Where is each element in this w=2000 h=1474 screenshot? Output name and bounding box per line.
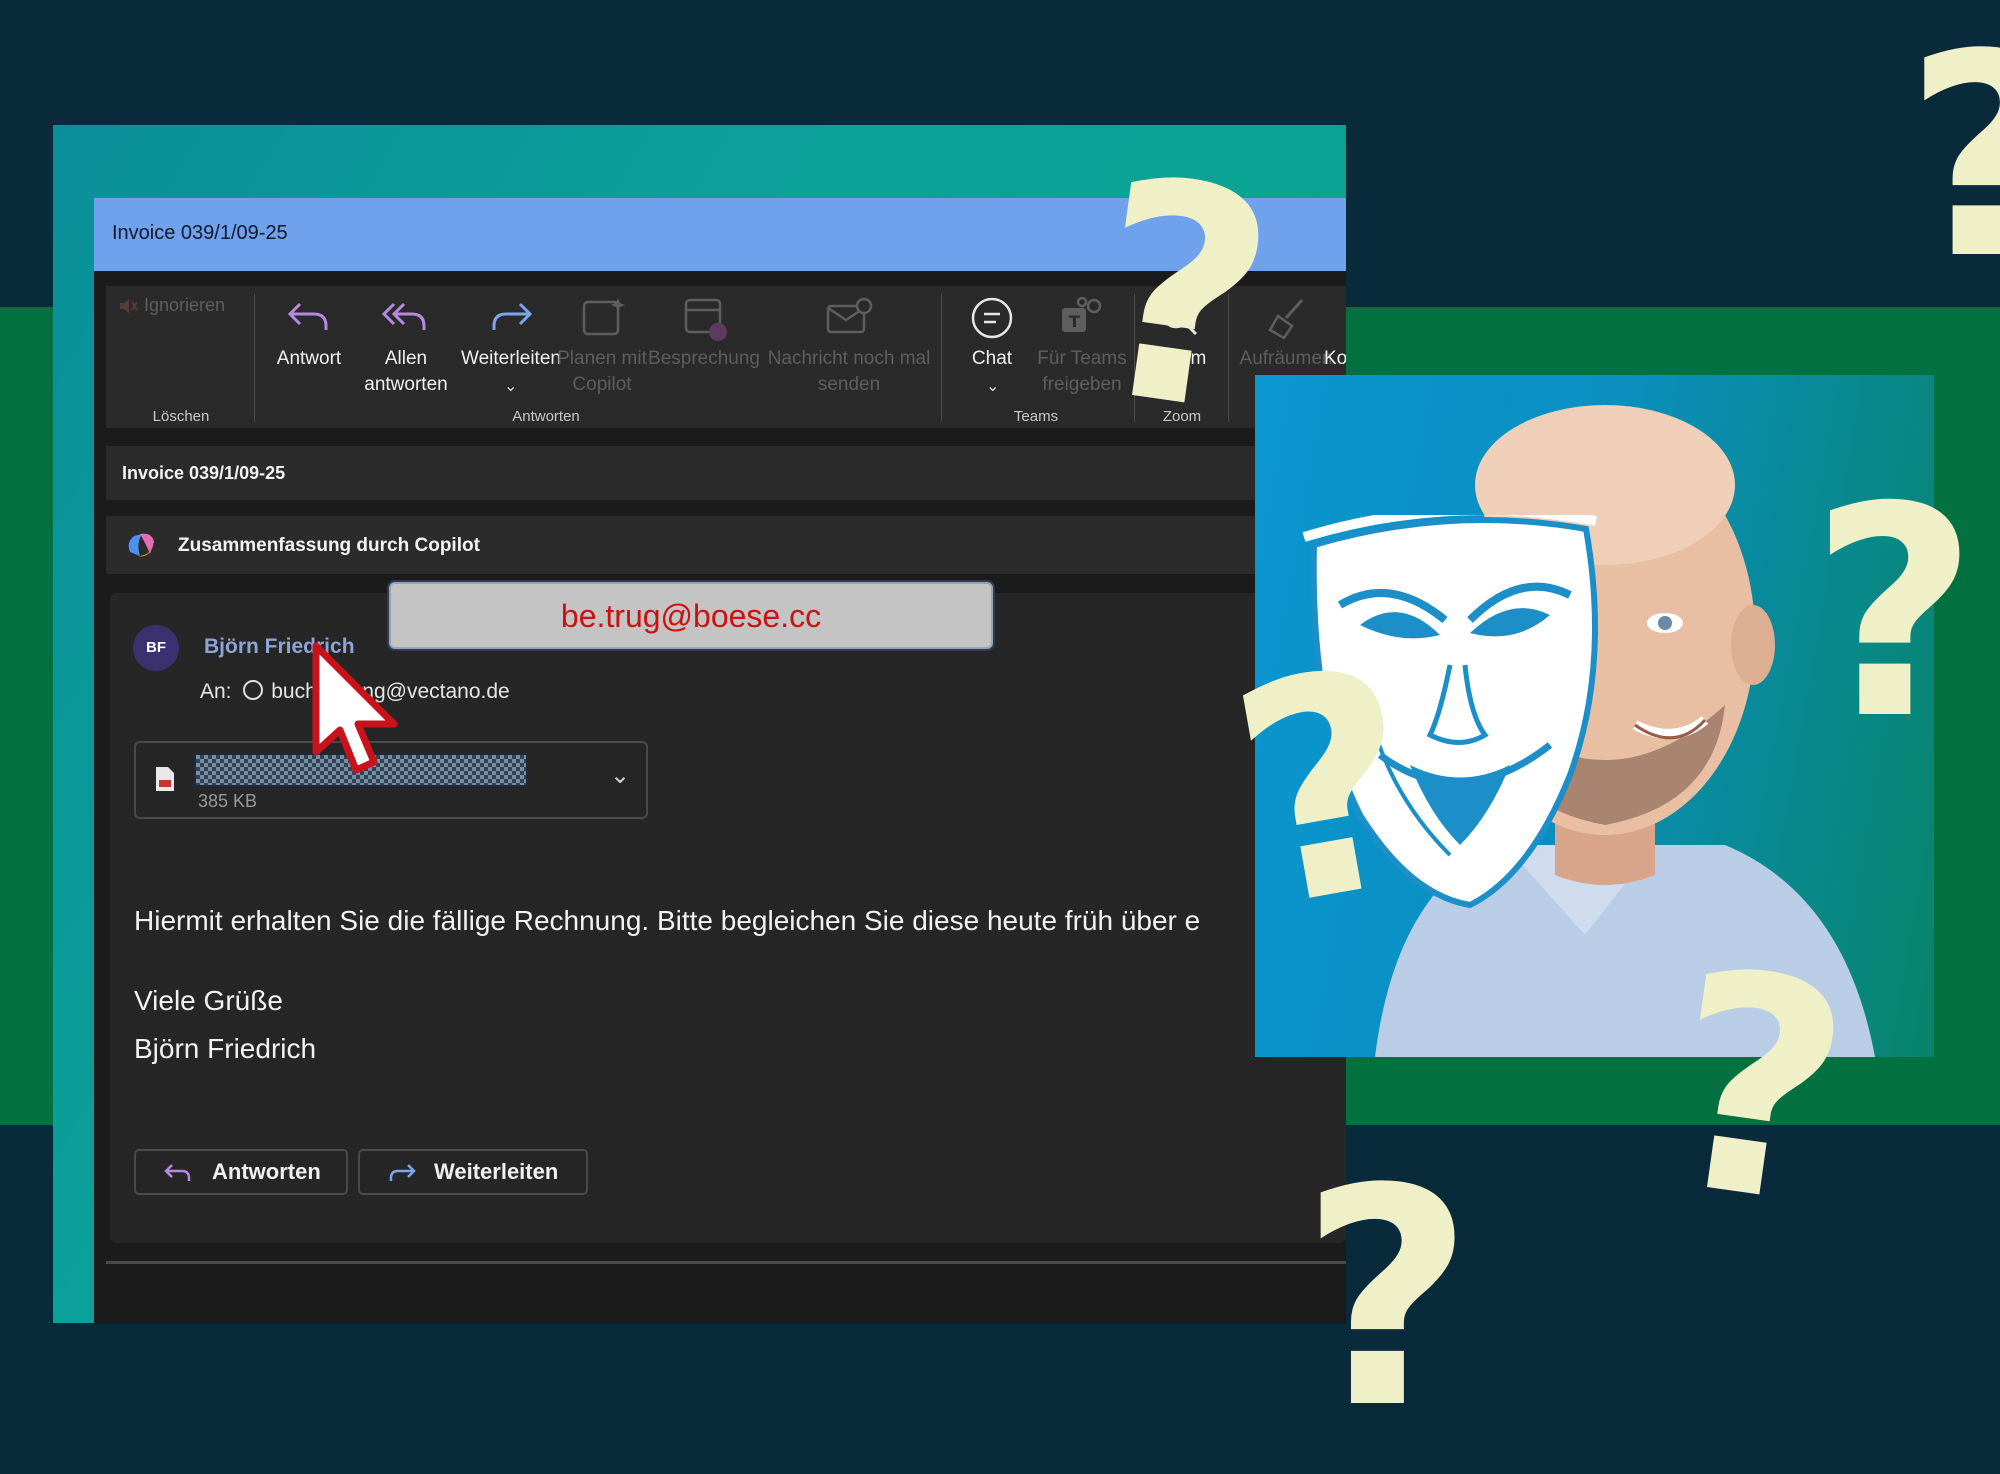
- pdf-file-icon: [156, 767, 174, 791]
- copilot-icon: [128, 533, 154, 557]
- ribbon-separator: [941, 294, 942, 422]
- plan-copilot-label-2: Copilot: [572, 374, 632, 395]
- resend-label-2: senden: [817, 374, 881, 395]
- reply-all-button[interactable]: Allen antworten: [356, 296, 456, 406]
- ignore-label: Ignorieren: [144, 295, 226, 315]
- meeting-button[interactable]: Besprechung: [646, 296, 762, 396]
- reply-all-label-2: antworten: [364, 374, 448, 395]
- resend-label-1: Nachricht noch mal: [767, 348, 931, 369]
- resend-button[interactable]: Nachricht noch mal senden: [762, 296, 936, 408]
- reply-icon: [164, 1164, 191, 1181]
- chat-icon: [971, 297, 1013, 339]
- ribbon-separator: [254, 294, 255, 422]
- greeting: Viele Grüße: [134, 985, 283, 1016]
- group-label-delete: Löschen: [152, 408, 210, 425]
- window-title: Invoice 039/1/09-25: [112, 222, 288, 244]
- forward-icon: [389, 1164, 416, 1181]
- chevron-down-icon[interactable]: ⌄: [610, 761, 630, 790]
- reply-all-icon: [381, 302, 426, 330]
- plan-copilot-label-1: Planen mit: [557, 348, 647, 369]
- to-prefix: An:: [200, 680, 232, 703]
- forward-action-button[interactable]: Weiterleiten: [358, 1149, 588, 1195]
- reply-label: Antwort: [276, 348, 342, 369]
- copilot-summary-bar[interactable]: Zusammenfassung durch Copilot: [106, 516, 1346, 574]
- copilot-summary-label: Zusammenfassung durch Copilot: [178, 535, 480, 556]
- question-mark-icon: ?: [1810, 446, 1979, 783]
- signature: Björn Friedrich: [134, 1033, 317, 1064]
- reply-icon: [287, 302, 328, 330]
- sender-tooltip: be.trug@boese.cc: [389, 582, 993, 649]
- cursor-arrow-icon: [312, 642, 398, 774]
- forward-action-label: Weiterleiten: [434, 1159, 559, 1184]
- reply-all-label-1: Allen: [384, 348, 428, 369]
- forward-icon: [492, 302, 533, 330]
- chat-label: Chat: [971, 348, 1013, 369]
- question-mark-icon: ?: [1905, 18, 2000, 298]
- plan-with-copilot-button[interactable]: Planen mit Copilot: [556, 296, 648, 408]
- broom-icon: [1268, 299, 1304, 340]
- resend-mail-icon: [826, 297, 873, 334]
- svg-text:T: T: [1069, 312, 1080, 331]
- calendar-sparkle-icon: [582, 298, 625, 336]
- reply-action-button[interactable]: Antworten: [134, 1149, 348, 1195]
- attachment-size: 385 KB: [198, 791, 258, 811]
- reply-action-label: Antworten: [212, 1159, 321, 1184]
- chat-button[interactable]: Chat ⌄: [952, 296, 1032, 408]
- chevron-down-icon: ⌄: [504, 378, 518, 395]
- cut-off-label: Ko: [1324, 348, 1346, 369]
- group-label-reply: Antworten: [512, 408, 580, 425]
- meeting-calendar-icon: [684, 298, 727, 341]
- divider: [106, 1261, 1346, 1264]
- presence-icon: [243, 680, 264, 700]
- message-card: BF Björn Friedrich An: buchhaltung@vecta…: [110, 593, 1346, 1243]
- mute-icon: [120, 299, 138, 313]
- group-label-teams: Teams: [1013, 408, 1059, 425]
- chevron-down-icon: ⌄: [986, 378, 1000, 395]
- question-mark-icon: ?: [1300, 1125, 1475, 1474]
- message-body: Hiermit erhalten Sie die fällige Rechnun…: [134, 905, 1201, 936]
- real-sender-address: be.trug@boese.cc: [560, 598, 822, 634]
- meeting-label: Besprechung: [648, 348, 760, 369]
- reply-button[interactable]: Antwort: [264, 296, 354, 396]
- subject-text: Invoice 039/1/09-25: [122, 463, 286, 483]
- avatar: BF: [133, 625, 179, 671]
